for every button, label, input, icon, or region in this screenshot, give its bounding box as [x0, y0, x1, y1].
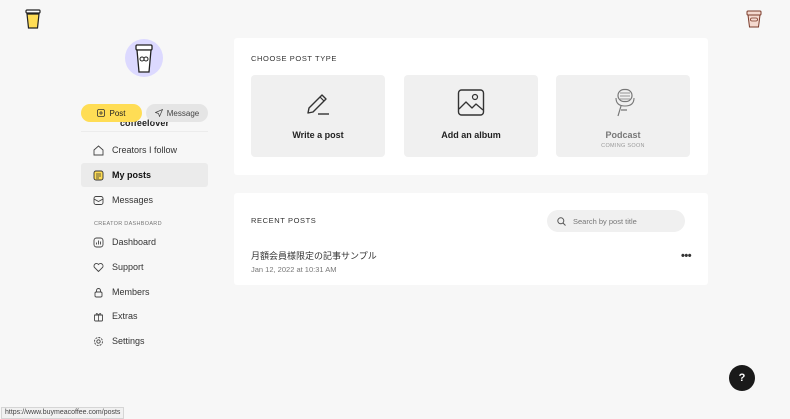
posts-icon — [93, 170, 104, 180]
buymeacoffee-logo[interactable] — [24, 9, 42, 29]
add-album-label: Add an album — [441, 130, 501, 140]
image-icon — [457, 89, 485, 116]
choose-post-type-heading: CHOOSE POST TYPE — [251, 54, 338, 63]
sidebar-item-my-posts[interactable]: My posts — [81, 163, 208, 187]
heart-icon — [93, 262, 104, 272]
dashboard-icon — [93, 237, 104, 247]
creator-dashboard-label: CREATOR DASHBOARD — [94, 221, 162, 227]
new-post-label: Post — [109, 108, 126, 118]
sidebar-item-creators[interactable]: Creators I follow — [81, 138, 208, 162]
home-icon — [93, 144, 104, 155]
podcast-tile: Podcast COMING SOON — [556, 75, 690, 157]
sidebar-item-messages[interactable]: Messages — [81, 188, 208, 212]
search-placeholder: Search by post title — [573, 216, 637, 226]
coffee-cup-icon — [25, 9, 41, 29]
help-button[interactable]: ? — [729, 365, 755, 391]
sidebar-item-extras[interactable]: Extras — [81, 304, 208, 328]
coffee-avatar-icon — [135, 44, 153, 73]
add-album-tile[interactable]: Add an album — [404, 75, 538, 157]
sidebar-item-label: Creators I follow — [112, 145, 178, 155]
pen-icon — [307, 94, 329, 115]
choose-post-type-card: CHOOSE POST TYPE Write a post Add an alb… — [234, 38, 708, 175]
gear-icon — [94, 336, 103, 346]
profile-avatar[interactable] — [125, 39, 163, 77]
user-avatar[interactable] — [744, 9, 764, 29]
search-icon — [557, 216, 566, 226]
sidebar-item-settings[interactable]: Settings — [81, 329, 208, 353]
post-more-menu-button[interactable]: ••• — [681, 250, 692, 262]
inbox-icon — [93, 195, 104, 205]
podcast-label: Podcast — [605, 130, 641, 140]
sidebar-item-label: Messages — [112, 195, 154, 205]
sidebar-item-support[interactable]: Support — [81, 255, 208, 279]
sidebar-item-dashboard[interactable]: Dashboard — [81, 230, 208, 254]
status-bar-url: https://www.buymeacoffee.com/posts — [1, 407, 125, 419]
sidebar-item-label: Settings — [112, 336, 145, 346]
new-post-button[interactable]: Post — [81, 104, 142, 122]
coming-soon-label: COMING SOON — [601, 143, 645, 149]
recent-posts-card: RECENT POSTS Search by post title 月額会員様限… — [234, 193, 708, 285]
microphone-icon — [615, 88, 635, 117]
gift-icon — [94, 312, 103, 321]
sidebar-item-label: Dashboard — [112, 237, 157, 247]
post-date: Jan 12, 2022 at 10:31 AM — [251, 265, 337, 274]
lock-icon — [94, 287, 103, 297]
write-post-tile[interactable]: Write a post — [251, 75, 385, 157]
sidebar-item-label: Extras — [112, 311, 138, 321]
message-label: Message — [166, 108, 200, 118]
sidebar-item-label: My posts — [112, 170, 152, 180]
plus-square-icon — [97, 109, 106, 117]
write-post-label: Write a post — [292, 130, 344, 140]
coffee-avatar-icon — [746, 10, 762, 28]
post-title[interactable]: 月額会員様限定の記事サンプル — [251, 249, 377, 262]
sidebar-divider — [81, 131, 208, 132]
recent-posts-heading: RECENT POSTS — [251, 216, 317, 225]
sidebar-item-members[interactable]: Members — [81, 280, 208, 304]
sidebar-item-label: Members — [112, 287, 150, 297]
search-posts-input[interactable]: Search by post title — [547, 210, 685, 232]
sidebar-item-label: Support — [112, 262, 144, 272]
send-icon — [154, 109, 163, 117]
message-button[interactable]: Message — [146, 104, 208, 122]
